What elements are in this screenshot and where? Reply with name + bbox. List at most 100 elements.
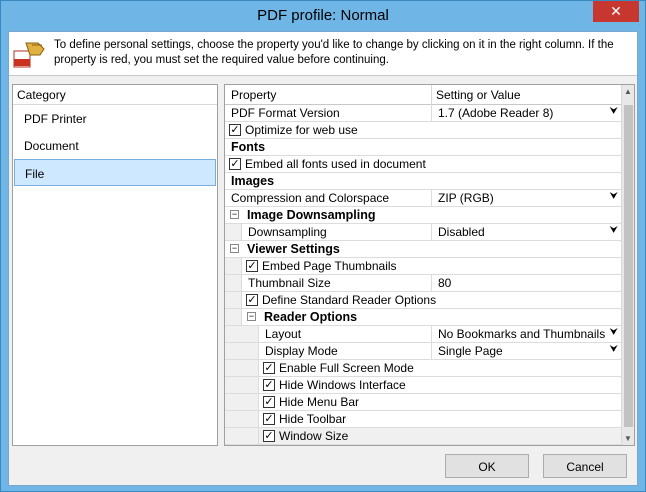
dropdown-arrow-icon[interactable]: ⮟ <box>610 327 619 338</box>
property-label: PDF Format Version <box>231 106 340 120</box>
property-row[interactable]: Thumbnail Size 80 <box>225 275 622 292</box>
section-label: Viewer Settings <box>247 242 340 256</box>
property-value: 80 <box>438 276 452 290</box>
category-item-label: PDF Printer <box>24 112 87 126</box>
property-row[interactable]: ✓ Window Size <box>225 428 622 445</box>
property-row[interactable]: ✓ Optimize for web use <box>225 122 622 139</box>
checkbox[interactable]: ✓ <box>263 362 275 374</box>
collapse-icon[interactable]: − <box>247 312 256 321</box>
property-row[interactable]: − Viewer Settings <box>225 241 622 258</box>
property-label: Layout <box>265 327 302 341</box>
category-item-label: Document <box>24 139 79 153</box>
property-label: Define Standard Reader Options <box>262 293 437 307</box>
row-indent <box>225 360 259 376</box>
property-row[interactable]: Downsampling Disabled ⮟ <box>225 224 622 241</box>
property-label: Hide Menu Bar <box>279 395 360 409</box>
property-row[interactable]: ✓ Enable Full Screen Mode <box>225 360 622 377</box>
category-header: Category <box>13 85 217 105</box>
value-field[interactable]: 80 <box>431 275 622 291</box>
checkbox[interactable]: ✓ <box>263 413 275 425</box>
property-row[interactable]: ✓ Hide Windows Interface <box>225 377 622 394</box>
value-dropdown[interactable]: Disabled ⮟ <box>431 224 622 240</box>
property-value: ZIP (RGB) <box>438 191 494 205</box>
value-dropdown[interactable]: Single Page ⮟ <box>431 343 622 359</box>
checkbox[interactable]: ✓ <box>263 430 275 442</box>
cancel-button[interactable]: Cancel <box>543 454 627 478</box>
property-row[interactable]: − Image Downsampling <box>225 207 622 224</box>
property-label: Enable Full Screen Mode <box>279 361 414 375</box>
property-grid: Property Setting or Value PDF Format Ver… <box>224 84 635 446</box>
checkbox[interactable]: ✓ <box>263 396 275 408</box>
row-indent <box>225 224 242 240</box>
section-label: Fonts <box>231 140 266 154</box>
checkbox[interactable]: ✓ <box>263 379 275 391</box>
collapse-icon[interactable]: − <box>230 244 239 253</box>
property-row[interactable]: Fonts <box>225 139 622 156</box>
section-label: Image Downsampling <box>247 208 376 222</box>
property-row[interactable]: Layout No Bookmarks and Thumbnails ⮟ <box>225 326 622 343</box>
row-indent <box>225 258 242 274</box>
property-label: Hide Windows Interface <box>279 378 406 392</box>
dialog-client-area: To define personal settings, choose the … <box>8 31 638 486</box>
close-button[interactable]: ✕ <box>593 1 639 22</box>
row-indent <box>225 377 259 393</box>
property-row[interactable]: ✓ Embed Page Thumbnails <box>225 258 622 275</box>
property-row[interactable]: ✓ Define Standard Reader Options <box>225 292 622 309</box>
checkbox[interactable]: ✓ <box>229 158 241 170</box>
property-value: No Bookmarks and Thumbnails <box>438 327 606 341</box>
category-item-file[interactable]: File <box>14 159 216 186</box>
dropdown-arrow-icon[interactable]: ⮟ <box>610 225 619 236</box>
property-row[interactable]: − Reader Options <box>225 309 622 326</box>
property-row[interactable]: Display Mode Single Page ⮟ <box>225 343 622 360</box>
title-bar[interactable]: PDF profile: Normal ✕ <box>1 1 645 31</box>
info-text: To define personal settings, choose the … <box>54 39 614 66</box>
checkbox[interactable]: ✓ <box>246 294 258 306</box>
property-row[interactable]: ✓ Embed all fonts used in document <box>225 156 622 173</box>
property-row[interactable]: PDF Format Version 1.7 (Adobe Reader 8) ⮟ <box>225 105 622 122</box>
property-label: Compression and Colorspace <box>231 191 390 205</box>
scroll-down-icon[interactable]: ▼ <box>624 434 632 443</box>
property-value: 1.7 (Adobe Reader 8) <box>438 106 554 120</box>
window-title: PDF profile: Normal <box>257 7 389 24</box>
property-rows: PDF Format Version 1.7 (Adobe Reader 8) ⮟ ✓… <box>225 105 622 445</box>
scroll-up-icon[interactable]: ▲ <box>624 87 632 96</box>
checkbox[interactable]: ✓ <box>246 260 258 272</box>
column-header-property[interactable]: Property <box>231 88 276 102</box>
dropdown-arrow-icon[interactable]: ⮟ <box>610 344 619 355</box>
dropdown-arrow-icon[interactable]: ⮟ <box>610 191 619 202</box>
property-value: Single Page <box>438 344 503 358</box>
property-label: Display Mode <box>265 344 338 358</box>
property-row[interactable]: Images <box>225 173 622 190</box>
row-indent <box>225 292 242 308</box>
checkbox[interactable]: ✓ <box>229 124 241 136</box>
value-dropdown[interactable]: 1.7 (Adobe Reader 8) ⮟ <box>431 105 622 121</box>
property-grid-header: Property Setting or Value <box>225 85 622 105</box>
dropdown-arrow-icon[interactable]: ⮟ <box>610 106 619 117</box>
info-banner: To define personal settings, choose the … <box>9 32 637 76</box>
row-indent <box>225 309 242 325</box>
collapse-icon[interactable]: − <box>230 210 239 219</box>
value-dropdown[interactable]: ZIP (RGB) ⮟ <box>431 190 622 206</box>
column-header-value[interactable]: Setting or Value <box>436 88 521 102</box>
category-item-pdf-printer[interactable]: PDF Printer <box>14 105 216 132</box>
scrollbar-thumb[interactable] <box>624 105 633 427</box>
property-label: Downsampling <box>248 225 327 239</box>
value-dropdown[interactable]: No Bookmarks and Thumbnails ⮟ <box>431 326 622 342</box>
property-label: Thumbnail Size <box>248 276 331 290</box>
category-item-document[interactable]: Document <box>14 132 216 159</box>
property-label: Optimize for web use <box>245 123 358 137</box>
row-indent <box>225 411 259 427</box>
dialog-window: PDF profile: Normal ✕ To define personal… <box>0 0 646 492</box>
property-row[interactable]: Compression and Colorspace ZIP (RGB) ⮟ <box>225 190 622 207</box>
vertical-scrollbar[interactable]: ▲ ▼ <box>621 85 634 445</box>
row-indent <box>225 428 259 444</box>
row-indent <box>225 343 259 359</box>
property-row[interactable]: ✓ Hide Menu Bar <box>225 394 622 411</box>
close-icon: ✕ <box>610 3 622 19</box>
ok-button[interactable]: OK <box>445 454 529 478</box>
property-row[interactable]: ✓ Hide Toolbar <box>225 411 622 428</box>
section-label: Images <box>231 174 275 188</box>
section-label: Reader Options <box>264 310 358 324</box>
row-indent <box>225 394 259 410</box>
row-indent <box>225 275 242 291</box>
